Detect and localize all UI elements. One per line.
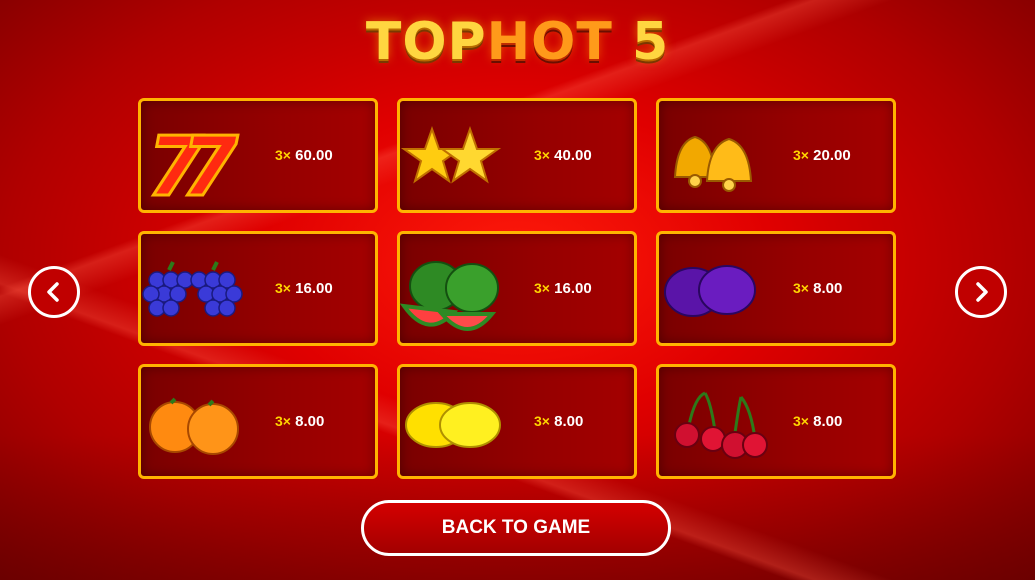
paytable-card-lemon: 3× 8.00 (397, 364, 637, 479)
payout-line: 3× 60.00 (275, 147, 333, 164)
game-logo: TOPHOT 5 (0, 12, 1035, 72)
paytable-card-watermelon: 3× 16.00 (397, 231, 637, 346)
payout-line: 3× 8.00 (793, 280, 842, 297)
paytable-card-cherry: 3× 8.00 (656, 364, 896, 479)
multiplier-text: 3× (275, 147, 291, 163)
grapes-icon (142, 261, 243, 317)
logo-hot: HOT (486, 12, 613, 72)
payout-line: 3× 8.00 (793, 413, 842, 430)
payout-line: 3× 20.00 (793, 147, 851, 164)
payout-value: 8.00 (813, 280, 843, 297)
multiplier-text: 3× (275, 413, 291, 429)
multiplier-text: 3× (534, 280, 550, 296)
paytable-card-star: 3× 40.00 (397, 98, 637, 213)
payout-value: 16.00 (554, 280, 592, 297)
payout-value: 40.00 (554, 147, 592, 164)
paytable-card-seven: 7 7 3× 60.00 (138, 98, 378, 213)
lucky-seven-icon: 7 7 (146, 119, 240, 208)
multiplier-text: 3× (793, 280, 809, 296)
bell-icon (673, 135, 753, 192)
star-icon (400, 125, 502, 184)
payout-line: 3× 8.00 (534, 413, 583, 430)
multiplier-text: 3× (534, 147, 550, 163)
back-to-game-button[interactable]: BACK TO GAME (361, 500, 671, 556)
lemon-icon (405, 402, 501, 448)
multiplier-text: 3× (534, 413, 550, 429)
watermelon-icon (399, 261, 499, 331)
payout-value: 16.00 (295, 280, 333, 297)
paytable-card-plum: 3× 8.00 (656, 231, 896, 346)
payout-value: 8.00 (554, 413, 584, 430)
prev-page-button[interactable] (28, 266, 80, 318)
paytable-card-bell: 3× 20.00 (656, 98, 896, 213)
paytable-card-orange: 3× 8.00 (138, 364, 378, 479)
payout-value: 8.00 (813, 413, 843, 430)
payout-line: 3× 16.00 (534, 280, 592, 297)
multiplier-text: 3× (793, 147, 809, 163)
orange-icon (149, 397, 239, 455)
paytable-grid: 7 7 3× 60.00 3× 40.00 3× 20.00 3× 16.00 … (138, 98, 900, 482)
paytable-card-grapes: 3× 16.00 (138, 231, 378, 346)
chevron-right-icon (976, 282, 988, 302)
payout-line: 3× 16.00 (275, 280, 333, 297)
payout-value: 60.00 (295, 147, 333, 164)
payout-line: 3× 40.00 (534, 147, 592, 164)
next-page-button[interactable] (955, 266, 1007, 318)
logo-five: 5 (631, 12, 670, 72)
multiplier-text: 3× (275, 280, 291, 296)
cherry-icon (674, 391, 768, 459)
plum-icon (664, 265, 756, 317)
chevron-left-icon (47, 282, 59, 302)
svg-text:7: 7 (181, 120, 238, 207)
multiplier-text: 3× (793, 413, 809, 429)
logo-top: TOP (365, 12, 487, 72)
payout-line: 3× 8.00 (275, 413, 324, 430)
payout-value: 20.00 (813, 147, 851, 164)
payout-value: 8.00 (295, 413, 325, 430)
